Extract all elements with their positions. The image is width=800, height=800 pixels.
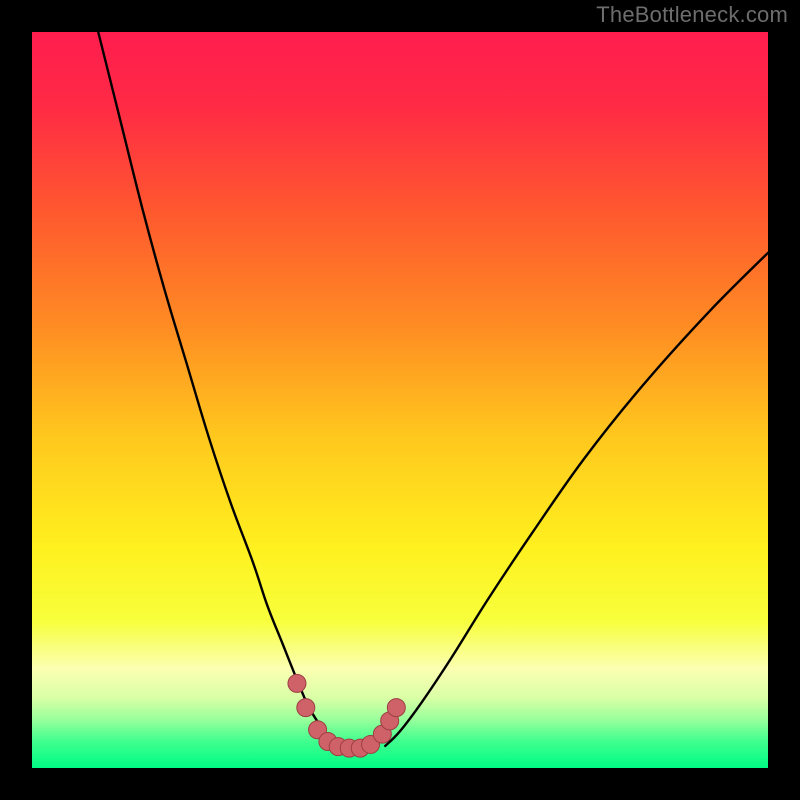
valley-marker <box>387 699 405 717</box>
curve-layer <box>32 32 768 768</box>
valley-marker <box>288 674 306 692</box>
attribution-text: TheBottleneck.com <box>596 2 788 28</box>
valley-marker <box>297 699 315 717</box>
left-branch-curve <box>98 32 341 746</box>
right-branch-curve <box>385 253 768 746</box>
plot-area <box>32 32 768 768</box>
chart-frame: TheBottleneck.com <box>0 0 800 800</box>
